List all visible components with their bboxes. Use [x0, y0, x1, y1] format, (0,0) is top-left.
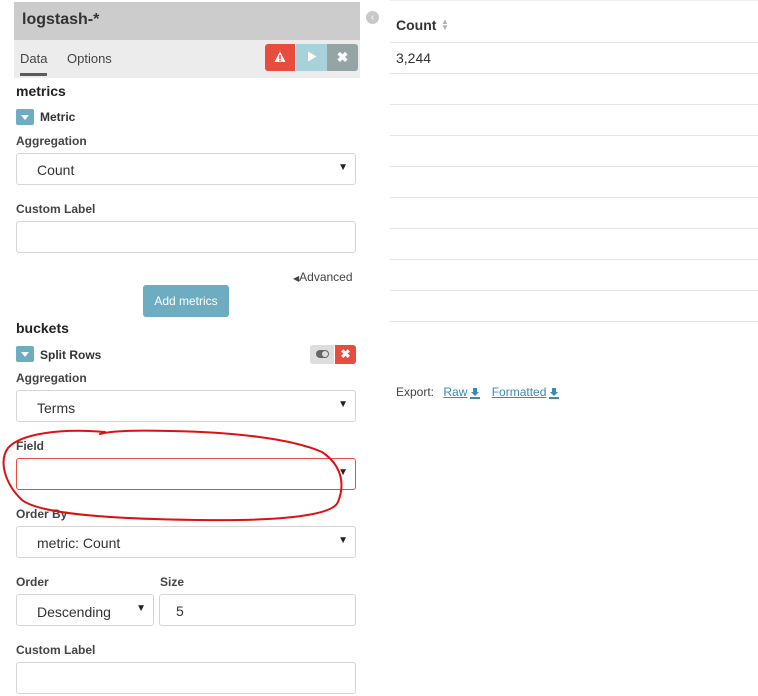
- bucket-custom-label-input[interactable]: [16, 662, 356, 694]
- table-row-line: [390, 321, 758, 322]
- advanced-link[interactable]: ◀Advanced: [293, 270, 353, 284]
- tab-options[interactable]: Options: [67, 51, 112, 66]
- metric-collapse-toggle[interactable]: [16, 109, 34, 125]
- order-by-select[interactable]: metric: Count ▼: [16, 526, 356, 558]
- warning-icon: [274, 51, 286, 62]
- order-value: Descending: [37, 604, 111, 620]
- size-value: 5: [176, 603, 184, 619]
- order-select[interactable]: Descending ▼: [16, 594, 154, 626]
- metric-aggregation-value: Count: [37, 162, 75, 178]
- export-bar: Export: Raw Formatted: [396, 385, 560, 399]
- table-row-line: [390, 259, 758, 260]
- table-row-line: [390, 166, 758, 167]
- metric-agg-title: Metric: [40, 110, 76, 124]
- discard-button[interactable]: ✖: [327, 44, 358, 71]
- chevron-down-icon: ▼: [338, 162, 348, 173]
- export-label: Export:: [396, 385, 435, 399]
- add-metrics-button[interactable]: Add metrics: [143, 285, 229, 317]
- toggle-agg-button[interactable]: [310, 345, 334, 364]
- metrics-section-title: metrics: [16, 83, 66, 99]
- chevron-down-icon: ▼: [136, 603, 146, 614]
- table-row-line: [390, 135, 758, 136]
- toggle-icon: [316, 350, 329, 358]
- close-icon: ✖: [340, 347, 351, 361]
- warning-button[interactable]: [265, 44, 295, 71]
- size-input[interactable]: 5: [159, 594, 356, 626]
- bucket-custom-label-label: Custom Label: [16, 643, 96, 657]
- sort-icon[interactable]: ▲ ▼: [441, 18, 449, 32]
- metric-aggregation-label: Aggregation: [16, 134, 87, 148]
- bucket-aggregation-select[interactable]: Terms ▼: [16, 390, 356, 422]
- chevron-down-icon: ▼: [338, 535, 348, 546]
- download-icon: [470, 387, 481, 399]
- order-label: Order: [16, 575, 49, 589]
- tab-data[interactable]: Data: [20, 51, 48, 76]
- play-icon: [307, 51, 316, 62]
- index-pattern-title: logstash-*: [22, 11, 100, 28]
- collapse-sidebar-icon[interactable]: ‹: [366, 11, 379, 24]
- split-rows-collapse-toggle[interactable]: [16, 346, 34, 362]
- chevron-down-icon: ▼: [338, 399, 348, 410]
- table-divider: [390, 42, 758, 43]
- table-row-line: [390, 290, 758, 291]
- buckets-section-title: buckets: [16, 320, 69, 336]
- bucket-aggregation-label: Aggregation: [16, 371, 87, 385]
- order-by-value: metric: Count: [37, 535, 121, 551]
- index-pattern-header: logstash-*: [14, 2, 360, 40]
- table-row-line: [390, 73, 758, 74]
- annotation-circle: [2, 429, 343, 522]
- table-top-border: [390, 0, 758, 1]
- close-icon: ✖: [336, 49, 349, 65]
- download-icon: [549, 387, 560, 399]
- metric-custom-label-label: Custom Label: [16, 202, 96, 216]
- bucket-aggregation-value: Terms: [37, 400, 76, 416]
- table-row-line: [390, 104, 758, 105]
- metric-aggregation-select[interactable]: Count ▼: [16, 153, 356, 185]
- table-row-line: [390, 197, 758, 198]
- count-column-header[interactable]: Count: [396, 17, 436, 33]
- remove-agg-button[interactable]: ✖: [335, 345, 356, 364]
- table-cell-count: 3,244: [396, 50, 432, 66]
- export-formatted-link[interactable]: Formatted: [492, 385, 560, 399]
- size-label: Size: [160, 575, 185, 589]
- split-rows-title: Split Rows: [40, 348, 102, 362]
- apply-button[interactable]: [296, 44, 327, 71]
- export-raw-link[interactable]: Raw: [443, 385, 481, 399]
- table-row-line: [390, 228, 758, 229]
- metric-custom-label-input[interactable]: [16, 221, 356, 253]
